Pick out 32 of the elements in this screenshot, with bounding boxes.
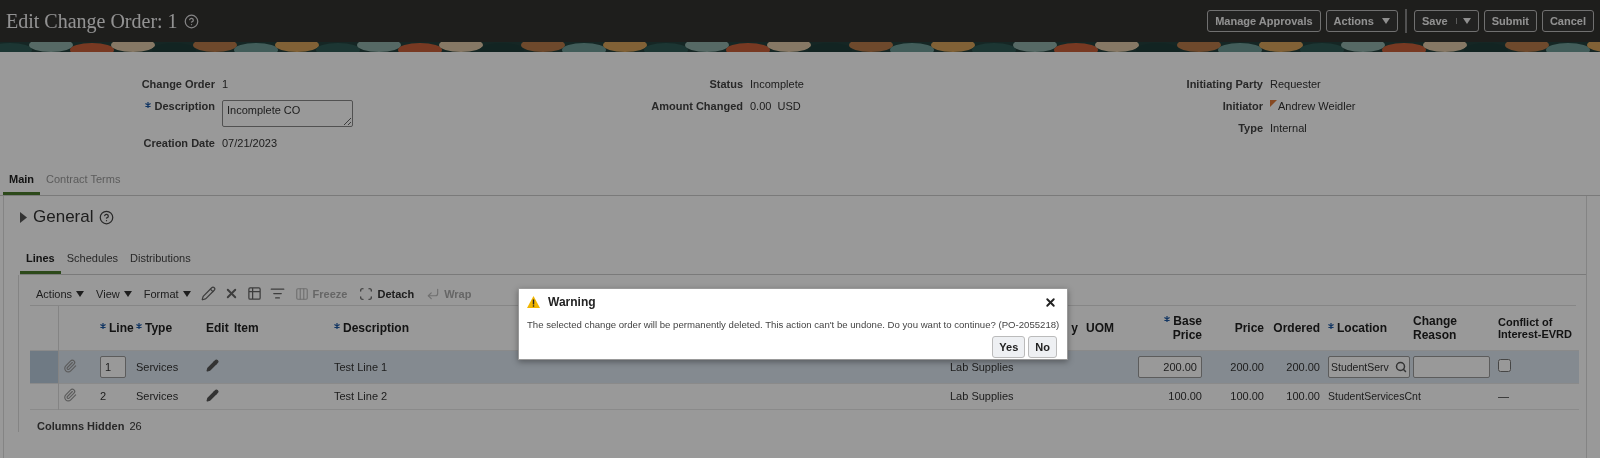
field-value: 1 bbox=[222, 78, 230, 90]
table-cell: Services bbox=[132, 383, 202, 409]
table-cell: Services bbox=[132, 350, 202, 383]
dialog-title: Warning bbox=[548, 295, 596, 309]
footer-value: 26 bbox=[129, 419, 142, 432]
field-value: Internal bbox=[1270, 122, 1308, 134]
field-label: Initiating Party bbox=[1185, 78, 1263, 90]
field-label: Amount Changed bbox=[650, 100, 743, 112]
page-title: Edit Change Order: 1 bbox=[6, 9, 199, 33]
field-value: Incomplete bbox=[750, 78, 805, 90]
field-label: Description bbox=[0, 100, 215, 112]
dialog-message: The selected change order will be permanently deleted. This action can't be undone. Do you want to continue? (PO-2055218) bbox=[527, 319, 1060, 330]
table-cell: Lab Supplies bbox=[946, 383, 1082, 409]
footer-label: Columns Hidden bbox=[37, 419, 125, 432]
table-cell: 100.00 bbox=[1268, 383, 1324, 409]
table-cell: Test Line 1 bbox=[330, 350, 946, 383]
table-cell: 2 bbox=[100, 390, 107, 402]
field-value: 0.00 USD bbox=[750, 100, 802, 112]
field-value: Requester bbox=[1270, 78, 1322, 90]
field-value: 07/21/2023 bbox=[222, 137, 279, 149]
table-cell: 200.00 bbox=[1268, 350, 1324, 383]
field-label: Change Order bbox=[140, 78, 215, 90]
field-label: Type bbox=[1237, 122, 1263, 134]
table-cell: Test Line 2 bbox=[330, 383, 946, 409]
table-cell: StudentServicesCnt bbox=[1328, 390, 1421, 402]
table-cell: — bbox=[1498, 390, 1509, 402]
table-cell: 200.00 bbox=[1206, 350, 1268, 383]
table-cell: 100.00 bbox=[1206, 383, 1268, 409]
field-label: Creation Date bbox=[142, 137, 215, 149]
table-cell: 100.00 bbox=[1168, 390, 1202, 402]
field-label: Status bbox=[708, 78, 743, 90]
field-label: Initiator bbox=[1221, 100, 1263, 112]
